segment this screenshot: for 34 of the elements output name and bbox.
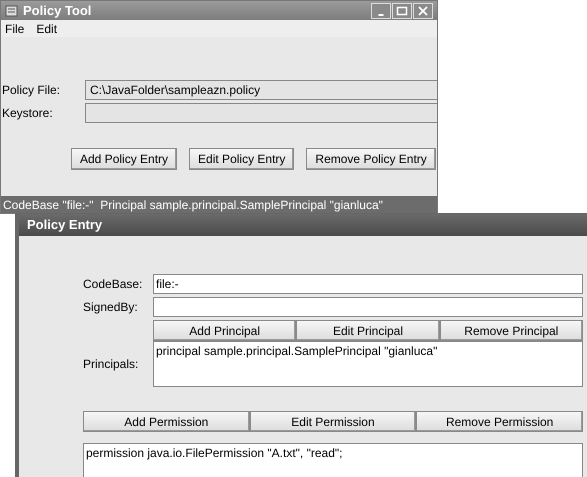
action-button[interactable]: Remove Policy Entry (306, 148, 436, 170)
permission-button[interactable]: Add Permission (83, 411, 250, 432)
permission-item[interactable]: permission java.io.FilePermission "A.txt", "read"; (86, 444, 342, 462)
maximize-icon (396, 6, 408, 16)
policy-entry-row[interactable]: CodeBase "file:-" Principal sample.principal.SamplePrincipal "gianluca" (1, 196, 437, 213)
field-label: CodeBase: (83, 276, 144, 293)
menu-item[interactable]: Edit (36, 20, 58, 38)
field-label: Policy File: (1, 82, 62, 98)
field-label: Principals: (83, 356, 140, 373)
permission-button[interactable]: Edit Permission (250, 411, 416, 432)
field-label: Keystore: (1, 104, 54, 122)
action-button[interactable]: Edit Policy Entry (189, 148, 294, 170)
minimize-icon (378, 14, 384, 16)
minimize-button[interactable] (371, 2, 391, 18)
principal-button[interactable]: Edit Principal (296, 320, 440, 341)
signedby-field[interactable] (153, 297, 583, 317)
permissions-list[interactable]: permission java.io.FilePermission "A.txt", "read"; (83, 443, 583, 477)
principals-list[interactable]: principal sample.principal.SamplePrincipal "gianluca" (153, 341, 583, 387)
codebase-field[interactable]: file:- (153, 274, 583, 294)
menu-item[interactable]: File (5, 20, 24, 38)
principal-button[interactable]: Remove Principal (440, 320, 583, 341)
close-button[interactable] (413, 2, 433, 18)
maximize-button[interactable] (392, 2, 412, 18)
window-title: Policy Tool (23, 2, 92, 20)
principal-button[interactable]: Add Principal (153, 320, 296, 341)
field-label: SignedBy: (83, 299, 139, 316)
dialog-title: Policy Entry (27, 216, 102, 234)
principal-item[interactable]: principal sample.principal.SamplePrincipal "gianluca" (156, 342, 438, 360)
text-field[interactable] (85, 102, 437, 122)
text-field[interactable]: C:\JavaFolder\sampleazn.policy (85, 80, 437, 100)
permission-button[interactable]: Remove Permission (416, 411, 583, 432)
close-icon (417, 6, 429, 16)
action-button[interactable]: Add Policy Entry (71, 148, 178, 170)
app-icon (5, 4, 19, 18)
